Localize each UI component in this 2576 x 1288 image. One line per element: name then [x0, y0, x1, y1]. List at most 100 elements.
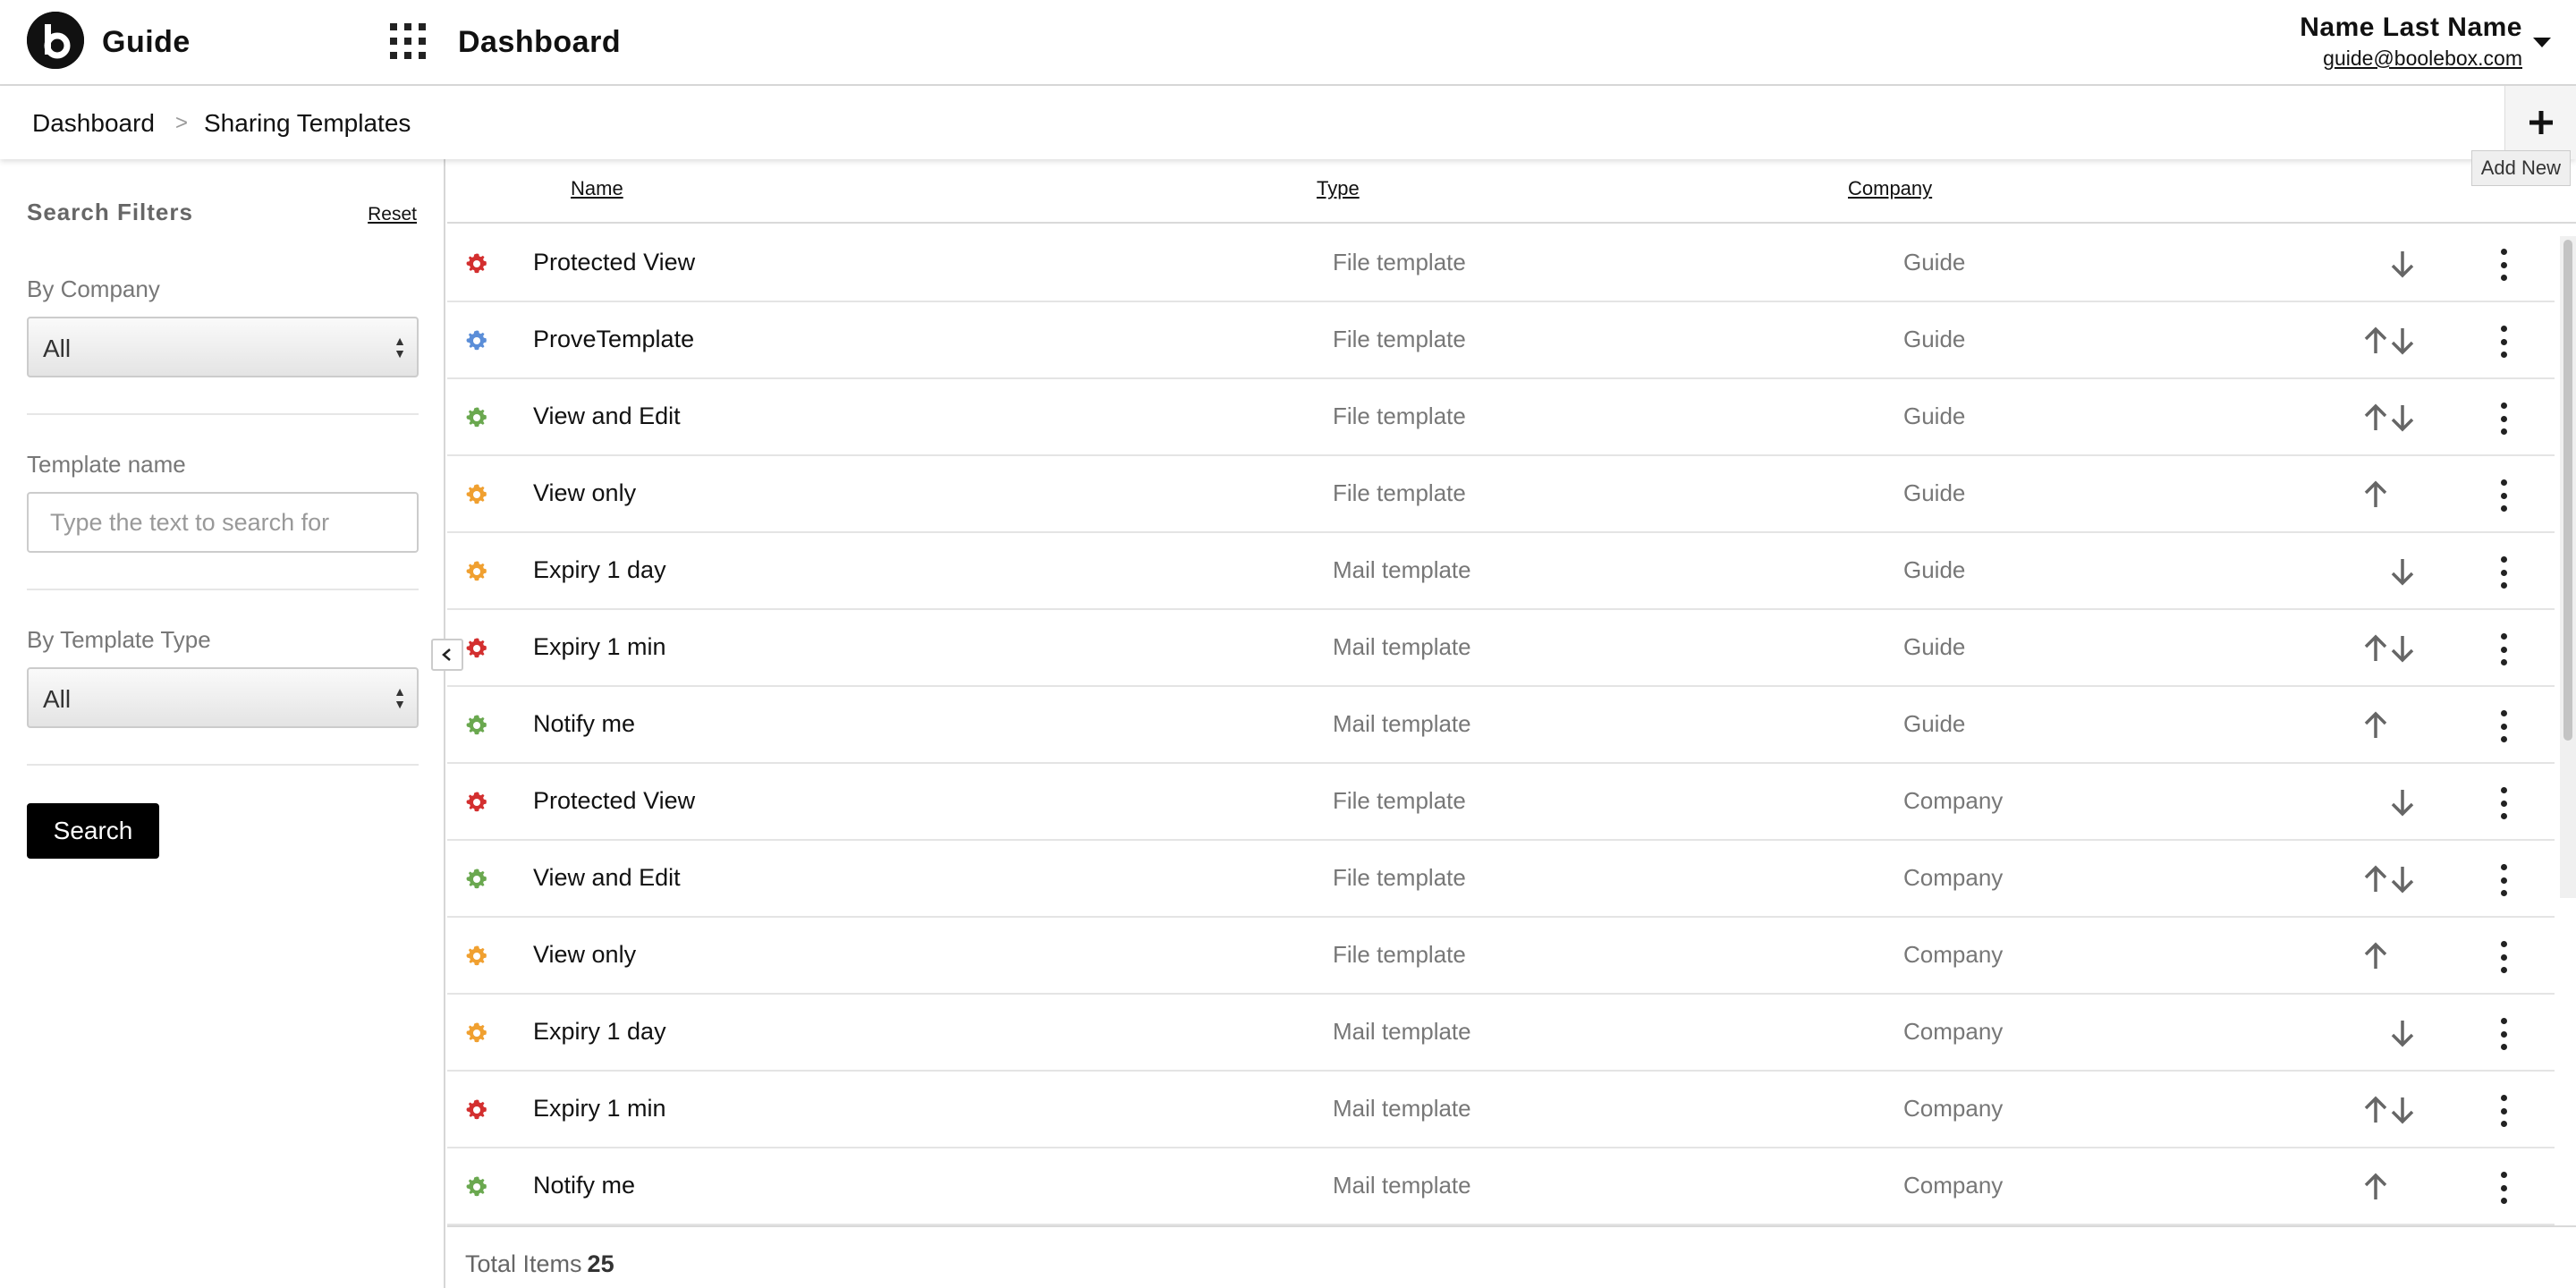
- company-select[interactable]: All ▲ ▼: [27, 317, 419, 377]
- cell-name: ProveTemplate: [533, 326, 695, 352]
- gear-icon: [466, 869, 487, 889]
- cell-company: Guide: [1903, 479, 1966, 506]
- arrow-up-icon[interactable]: [2361, 633, 2390, 664]
- table-row[interactable]: Expiry 1 min Mail template Guide: [447, 610, 2555, 687]
- cell-name: Protected View: [533, 249, 696, 275]
- caret-down-icon[interactable]: [2533, 38, 2551, 47]
- arrow-up-icon[interactable]: [2361, 941, 2390, 971]
- arrow-up-icon[interactable]: [2361, 1172, 2390, 1202]
- table-row[interactable]: Notify me Mail template Company: [447, 1148, 2555, 1225]
- cell-name: Protected View: [533, 787, 696, 814]
- table-row[interactable]: View only File template Guide: [447, 456, 2555, 533]
- kebab-menu-icon[interactable]: [2496, 710, 2512, 742]
- kebab-menu-icon[interactable]: [2496, 479, 2512, 512]
- total-items-label: Total Items: [465, 1250, 582, 1277]
- gear-icon: [466, 945, 487, 966]
- cell-company: Company: [1903, 1172, 2004, 1199]
- user-email[interactable]: guide@boolebox.com: [2300, 47, 2522, 71]
- boolebox-logo[interactable]: [27, 12, 84, 69]
- search-filters-panel: Search Filters Reset By Company All ▲ ▼ T…: [0, 159, 445, 1288]
- select-arrows-icon: ▲ ▼: [394, 684, 406, 711]
- arrow-up-icon[interactable]: [2361, 710, 2390, 741]
- scrollbar-thumb[interactable]: [2563, 240, 2572, 741]
- cell-company: Company: [1903, 1018, 2004, 1045]
- cell-company: Guide: [1903, 326, 1966, 352]
- cell-company: Guide: [1903, 710, 1966, 737]
- cell-type: Mail template: [1333, 1172, 1471, 1199]
- cell-type: File template: [1333, 864, 1466, 891]
- cell-name: View and Edit: [533, 402, 681, 429]
- kebab-menu-icon[interactable]: [2496, 787, 2512, 819]
- kebab-menu-icon[interactable]: [2496, 326, 2512, 358]
- gear-icon: [466, 484, 487, 504]
- table-row[interactable]: Expiry 1 day Mail template Company: [447, 995, 2555, 1072]
- table-row[interactable]: Expiry 1 min Mail template Company: [447, 1072, 2555, 1148]
- cell-type: File template: [1333, 787, 1466, 814]
- arrow-down-icon[interactable]: [2388, 864, 2417, 894]
- table-row[interactable]: Expiry 1 day Mail template Guide: [447, 533, 2555, 610]
- kebab-menu-icon[interactable]: [2496, 1095, 2512, 1127]
- arrow-down-icon[interactable]: [2388, 787, 2417, 818]
- cell-type: File template: [1333, 941, 1466, 968]
- arrow-up-icon[interactable]: [2361, 402, 2390, 433]
- kebab-menu-icon[interactable]: [2496, 1172, 2512, 1204]
- arrow-down-icon[interactable]: [2388, 326, 2417, 356]
- kebab-menu-icon[interactable]: [2496, 864, 2512, 896]
- kebab-menu-icon[interactable]: [2496, 402, 2512, 435]
- gear-icon: [466, 561, 487, 581]
- kebab-menu-icon[interactable]: [2496, 556, 2512, 589]
- cell-name: Expiry 1 min: [533, 1095, 666, 1122]
- collapse-sidebar-button[interactable]: [431, 639, 463, 671]
- arrow-up-icon[interactable]: [2361, 479, 2390, 510]
- column-header-type[interactable]: Type: [1317, 177, 1360, 200]
- breadcrumb-separator: >: [175, 111, 189, 135]
- arrow-down-icon[interactable]: [2388, 633, 2417, 664]
- table-header: Name Type Company: [447, 159, 2576, 224]
- add-new-button[interactable]: [2504, 86, 2576, 159]
- table-row[interactable]: Notify me Mail template Guide: [447, 687, 2555, 764]
- kebab-menu-icon[interactable]: [2496, 1018, 2512, 1050]
- vertical-scrollbar[interactable]: [2560, 236, 2576, 898]
- table-row[interactable]: View and Edit File template Guide: [447, 379, 2555, 456]
- gear-icon: [466, 1099, 487, 1120]
- cell-name: Notify me: [533, 1172, 636, 1199]
- arrow-up-icon[interactable]: [2361, 1095, 2390, 1125]
- reset-link[interactable]: Reset: [368, 204, 417, 225]
- logo-icon: [27, 12, 84, 69]
- kebab-menu-icon[interactable]: [2496, 633, 2512, 665]
- arrow-down-icon[interactable]: [2388, 556, 2417, 587]
- kebab-menu-icon[interactable]: [2496, 249, 2512, 281]
- breadcrumb-dashboard[interactable]: Dashboard: [32, 109, 155, 138]
- arrow-down-icon[interactable]: [2388, 249, 2417, 279]
- cell-type: Mail template: [1333, 710, 1471, 737]
- column-header-name[interactable]: Name: [571, 177, 623, 200]
- gear-icon: [466, 253, 487, 274]
- apps-grid-icon[interactable]: [390, 23, 429, 63]
- template-name-input[interactable]: [27, 492, 419, 553]
- search-button[interactable]: Search: [27, 803, 159, 859]
- template-type-select[interactable]: All ▲ ▼: [27, 667, 419, 728]
- arrow-down-icon[interactable]: [2388, 1095, 2417, 1125]
- table-row[interactable]: ProveTemplate File template Guide: [447, 302, 2555, 379]
- cell-name: View only: [533, 941, 637, 968]
- table-row[interactable]: Protected View File template Company: [447, 764, 2555, 841]
- arrow-up-icon[interactable]: [2361, 326, 2390, 356]
- arrow-down-icon[interactable]: [2388, 1018, 2417, 1048]
- template-name-label: Template name: [27, 451, 186, 478]
- table-row[interactable]: View and Edit File template Company: [447, 841, 2555, 918]
- user-name: Name Last Name: [2300, 13, 2522, 42]
- user-menu[interactable]: Name Last Name guide@boolebox.com: [2300, 13, 2522, 71]
- table-row[interactable]: Protected View File template Guide: [447, 225, 2555, 302]
- kebab-menu-icon[interactable]: [2496, 941, 2512, 973]
- company-select-value: All: [43, 335, 72, 362]
- gear-icon: [466, 330, 487, 351]
- table-row[interactable]: View only File template Company: [447, 918, 2555, 995]
- cell-name: Expiry 1 day: [533, 1018, 666, 1045]
- gear-icon: [466, 1176, 487, 1197]
- cell-company: Guide: [1903, 249, 1966, 275]
- arrow-down-icon[interactable]: [2388, 402, 2417, 433]
- arrow-up-icon[interactable]: [2361, 864, 2390, 894]
- column-header-company[interactable]: Company: [1848, 177, 1932, 200]
- cell-type: Mail template: [1333, 633, 1471, 660]
- table-footer: Total Items 25: [447, 1225, 2576, 1288]
